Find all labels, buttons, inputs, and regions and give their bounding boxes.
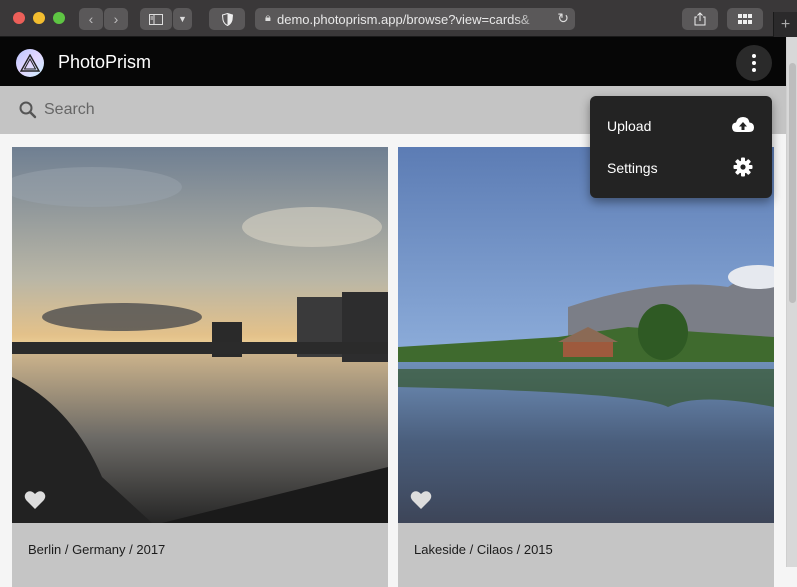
menu-item-label: Settings <box>607 160 658 176</box>
photo-grid: Berlin / Germany / 2017 Lakeside / Cilao… <box>0 134 786 587</box>
berlin-sunset-photo <box>12 147 388 523</box>
cloud-upload-icon <box>732 117 754 132</box>
chevron-down-icon: ▼ <box>178 14 187 24</box>
more-vertical-icon <box>752 54 756 58</box>
search-icon <box>19 101 37 119</box>
share-button[interactable] <box>682 8 718 30</box>
new-tab-button[interactable]: + <box>773 12 797 37</box>
minimize-window-button[interactable] <box>33 12 45 24</box>
browser-toolbar: ‹ › ▼ 🔒︎ demo.photoprism.app/browse?view… <box>0 0 797 37</box>
app-title: PhotoPrism <box>58 52 152 72</box>
app-menu-dropdown: Upload Settings <box>590 96 772 198</box>
photo-thumbnail[interactable] <box>398 147 774 523</box>
photo-caption: Lakeside / Cilaos / 2015 <box>414 542 553 557</box>
photo-caption: Berlin / Germany / 2017 <box>28 542 166 557</box>
page-scrollbar[interactable] <box>786 37 797 567</box>
chevron-right-icon: › <box>113 11 119 27</box>
app-header: PhotoPrism <box>0 37 786 86</box>
menu-item-upload[interactable]: Upload <box>590 105 772 147</box>
heart-icon[interactable] <box>410 490 432 510</box>
photo-card[interactable]: Lakeside / Cilaos / 2015 <box>398 147 774 587</box>
share-icon <box>694 12 706 26</box>
scrollbar-thumb[interactable] <box>789 63 796 303</box>
menu-item-label: Upload <box>607 118 652 134</box>
photoprism-logo[interactable] <box>16 49 44 77</box>
prism-logo-icon <box>20 54 40 72</box>
lock-icon: 🔒︎ <box>265 12 271 24</box>
shield-icon <box>221 12 233 26</box>
close-window-button[interactable] <box>13 12 25 24</box>
gear-icon <box>733 157 753 177</box>
more-menu-button[interactable] <box>736 45 772 81</box>
forward-button[interactable]: › <box>104 8 128 30</box>
photo-card[interactable]: Berlin / Germany / 2017 <box>12 147 388 587</box>
plus-icon: + <box>780 15 791 33</box>
zoom-window-button[interactable] <box>53 12 65 24</box>
sidebar-toggle-button[interactable] <box>140 8 172 30</box>
tab-overview-icon <box>738 14 752 24</box>
sidebar-menu-button[interactable]: ▼ <box>173 8 192 30</box>
menu-item-settings[interactable]: Settings <box>590 147 772 189</box>
chevron-left-icon: ‹ <box>88 11 94 27</box>
url-text: demo.photoprism.app/browse?view=cards& <box>277 11 530 27</box>
address-bar[interactable]: 🔒︎ demo.photoprism.app/browse?view=cards… <box>255 8 575 30</box>
heart-icon[interactable] <box>24 490 46 510</box>
back-button[interactable]: ‹ <box>79 8 103 30</box>
search-input[interactable] <box>44 98 544 122</box>
sidebar-icon <box>149 13 163 25</box>
photo-thumbnail[interactable] <box>12 147 388 523</box>
tab-overview-button[interactable] <box>727 8 763 30</box>
reload-icon[interactable]: ↻ <box>551 10 569 27</box>
lakeside-photo <box>398 147 774 523</box>
privacy-report-button[interactable] <box>209 8 245 30</box>
